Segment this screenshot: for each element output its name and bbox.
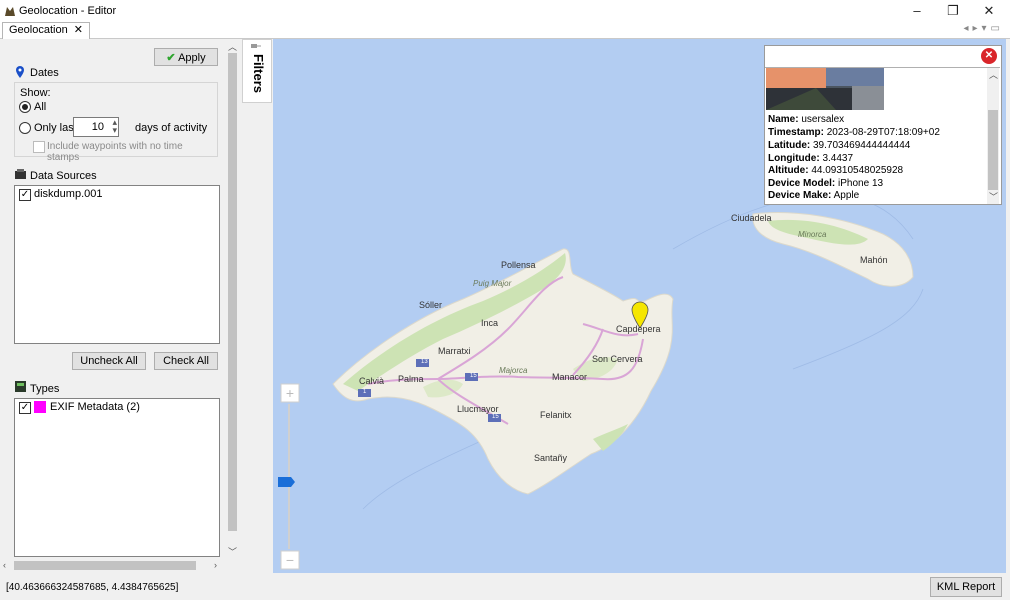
scroll-down-icon[interactable]: ﹀	[989, 190, 998, 203]
types-heading: Types	[30, 383, 60, 395]
place-label: Calvià	[359, 376, 385, 386]
photo-thumbnail	[766, 68, 884, 110]
place-label: Minorca	[798, 230, 827, 239]
dates-group: Show: All Only last 10 ▴ ▾ days of activ…	[14, 82, 218, 163]
place-label: Son Cervera	[592, 354, 643, 364]
uncheck-all-button[interactable]: Uncheck All	[72, 352, 146, 370]
tab-close-icon[interactable]: ✕	[74, 24, 83, 36]
minimize-button[interactable]: –	[900, 0, 934, 22]
road-label: 13	[421, 359, 428, 365]
popup-model-row: Device Model: iPhone 13	[768, 178, 884, 189]
include-waypoints-checkbox[interactable]	[33, 141, 45, 153]
place-label: Puig Major	[473, 279, 512, 288]
data-sources-heading: Data Sources	[30, 170, 97, 182]
zoom-out-button[interactable]: −	[281, 551, 299, 569]
only-last-label: Only last	[34, 122, 77, 134]
place-label: Pollensa	[501, 260, 536, 270]
days-value: 10	[91, 121, 104, 133]
waypoint-popup: ✕ ︿ ﹀ Name: usersalex Timestamp: 2023-08…	[764, 45, 1002, 205]
kml-report-button[interactable]: KML Report	[930, 577, 1002, 597]
filters-label: Filters	[251, 54, 266, 94]
scroll-thumb[interactable]	[14, 561, 196, 570]
location-pin-icon	[16, 66, 24, 78]
left-panel: ✔ Apply Dates Show: All Only last 10 ▴ ▾…	[0, 39, 240, 573]
scroll-left-icon[interactable]: ‹	[3, 560, 6, 570]
pin-icon	[251, 44, 261, 48]
place-label: Majorca	[499, 366, 528, 375]
close-window-button[interactable]: ✕	[972, 0, 1006, 22]
scroll-right-icon[interactable]: ›	[214, 560, 217, 570]
road-label: 1	[363, 389, 367, 395]
list-item[interactable]: ✓ EXIF Metadata (2)	[15, 399, 219, 415]
list-item[interactable]: ✓ diskdump.001	[15, 186, 219, 202]
data-source-label: diskdump.001	[34, 188, 103, 200]
maximize-button[interactable]: ❐	[936, 0, 970, 22]
place-label: Marratxi	[438, 346, 471, 356]
type-checkbox[interactable]: ✓	[19, 402, 31, 414]
show-label: Show:	[20, 87, 51, 99]
app-icon	[5, 7, 15, 16]
waypoint-marker[interactable]	[632, 302, 648, 328]
include-waypoints-label: Include waypoints with no time stamps	[47, 141, 183, 163]
tab-geolocation[interactable]: Geolocation ✕	[2, 22, 90, 39]
days-suffix: days of activity	[135, 122, 208, 134]
popup-name-row: Name: usersalex	[768, 114, 845, 125]
tab-strip: Geolocation ✕ ◂▸▾▭	[0, 22, 1010, 39]
popup-altitude-row: Altitude: 44.09310548025928	[768, 165, 904, 176]
scroll-up-icon[interactable]: ︿	[989, 68, 998, 81]
tab-controls[interactable]: ◂▸▾▭	[963, 23, 1004, 34]
data-sources-list: ✓ diskdump.001	[14, 185, 220, 344]
road-label: 15	[492, 414, 499, 420]
place-label: Mahón	[860, 255, 888, 265]
tab-label: Geolocation	[9, 24, 68, 36]
type-color-swatch	[34, 401, 46, 413]
left-horizontal-scrollbar[interactable]: ‹ ›	[0, 559, 226, 572]
types-icon	[15, 381, 26, 392]
popup-make-row: Device Make: Apple	[768, 190, 860, 201]
place-label: Palma	[398, 374, 424, 384]
scroll-thumb[interactable]	[228, 53, 237, 531]
popup-latitude-row: Latitude: 39.703469444444444	[768, 140, 911, 151]
dates-heading: Dates	[30, 67, 59, 79]
place-label: Manacor	[552, 372, 588, 382]
types-list: ✓ EXIF Metadata (2)	[14, 398, 220, 557]
check-all-button[interactable]: Check All	[154, 352, 218, 370]
place-label: Santañy	[534, 453, 568, 463]
coordinates-readout: [40.463666324587685, 4.4384765625]	[6, 582, 179, 593]
status-bar: [40.463666324587685, 4.4384765625] KML R…	[0, 573, 1010, 600]
all-radio[interactable]	[19, 101, 31, 113]
all-label: All	[34, 101, 47, 113]
zoom-in-button[interactable]: +	[281, 384, 299, 402]
scroll-up-icon[interactable]: ︿	[228, 40, 237, 53]
popup-longitude-row: Longitude: 3.4437	[768, 153, 854, 164]
popup-close-icon[interactable]: ✕	[981, 48, 997, 64]
check-icon: ✔	[166, 51, 176, 64]
only-last-radio[interactable]	[19, 122, 31, 134]
scroll-down-icon[interactable]: ﹀	[228, 545, 237, 558]
data-source-icon	[15, 169, 26, 179]
zoom-slider-handle[interactable]	[278, 477, 295, 487]
title-bar: Geolocation - Editor – ❐ ✕	[0, 0, 1010, 22]
apply-label: Apply	[178, 51, 206, 64]
scroll-thumb[interactable]	[988, 110, 998, 190]
apply-button[interactable]: ✔ Apply	[154, 48, 218, 66]
data-source-checkbox[interactable]: ✓	[19, 189, 31, 201]
place-label: Inca	[481, 318, 499, 328]
popup-timestamp-row: Timestamp: 2023-08-29T07:18:09+02	[768, 127, 940, 138]
window-title: Geolocation - Editor	[19, 5, 117, 17]
type-label: EXIF Metadata (2)	[50, 401, 140, 413]
left-vertical-scrollbar[interactable]: ︿ ﹀	[226, 39, 239, 559]
days-spinner[interactable]: 10 ▴ ▾	[73, 117, 119, 137]
place-label: Felanitx	[540, 410, 572, 420]
place-label: Sóller	[419, 300, 443, 310]
popup-scrollbar[interactable]: ︿ ﹀	[987, 68, 999, 204]
road-label: 15	[470, 373, 477, 379]
spinner-down-icon[interactable]: ▾	[112, 126, 117, 135]
place-label: Llucmayor	[457, 404, 499, 414]
place-label: Ciudadela	[731, 213, 772, 223]
